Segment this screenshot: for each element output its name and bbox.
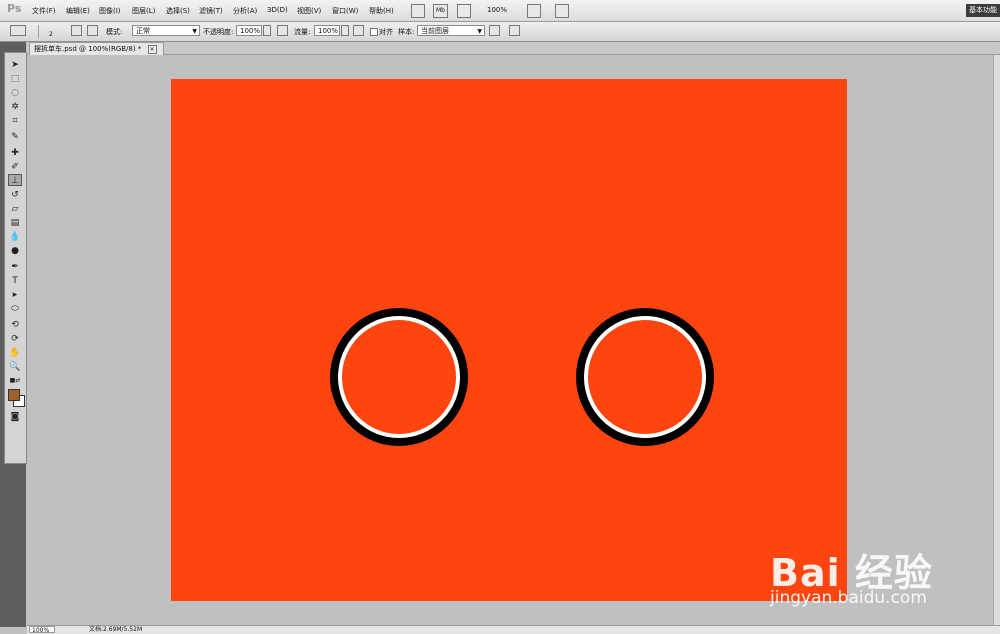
- sample-value: 当前图层: [421, 27, 449, 35]
- foreground-color-swatch[interactable]: [8, 389, 20, 401]
- clone-stamp-preset-icon[interactable]: [10, 25, 26, 36]
- opacity-slider-icon[interactable]: [263, 25, 271, 36]
- menu-bar: Ps 文件(F) 编辑(E) 图像(I) 图层(L) 选择(S) 滤镜(T) 分…: [0, 0, 1000, 22]
- chevron-down-icon: ▼: [192, 28, 197, 35]
- opacity-input[interactable]: 100%: [236, 25, 262, 36]
- move-tool-icon[interactable]: ➤: [8, 59, 22, 71]
- divider: [38, 25, 39, 38]
- menu-select[interactable]: 选择(S): [166, 6, 190, 16]
- align-checkbox[interactable]: [370, 28, 378, 36]
- menu-layer[interactable]: 图层(L): [132, 6, 155, 16]
- status-zoom-input[interactable]: 100%: [29, 626, 55, 634]
- wheel-ring-left-fill: [342, 320, 456, 434]
- brush-panel-icon[interactable]: [71, 25, 82, 36]
- canvas[interactable]: [171, 79, 847, 601]
- document-title: 摆拆单车.psd @ 100%(RGB/8) *: [34, 45, 142, 53]
- menu-view[interactable]: 视图(V): [297, 6, 321, 16]
- flow-slider-icon[interactable]: [341, 25, 349, 36]
- type-tool-icon[interactable]: T: [8, 275, 22, 287]
- menu-filter[interactable]: 滤镜(T): [199, 6, 223, 16]
- menu-3d[interactable]: 3D(D): [267, 6, 288, 14]
- align-label: 对齐: [379, 28, 393, 36]
- arrange-documents-icon[interactable]: [527, 4, 541, 18]
- wheel-ring-right-fill: [588, 320, 702, 434]
- document-tab-bar: 摆拆单车.psd @ 100%(RGB/8) * ×: [27, 42, 1000, 55]
- wheel-ring-right-inner: [584, 316, 706, 438]
- zoom-level[interactable]: 100%: [487, 6, 507, 14]
- airbrush-icon[interactable]: [353, 25, 364, 36]
- document-tab[interactable]: 摆拆单车.psd @ 100%(RGB/8) * ×: [29, 42, 164, 55]
- crop-tool-icon[interactable]: ⌗: [8, 115, 22, 127]
- 3d-rotate-tool-icon[interactable]: ⟲: [8, 319, 22, 331]
- menu-help[interactable]: 帮助(H): [369, 6, 394, 16]
- blur-tool-icon[interactable]: 💧: [8, 231, 22, 243]
- mode-select[interactable]: 正常 ▼: [132, 25, 200, 36]
- wheel-ring-left-inner: [338, 316, 460, 438]
- workspace-switcher[interactable]: 基本功能: [966, 4, 1000, 17]
- dodge-tool-icon[interactable]: ●: [8, 245, 22, 257]
- healing-brush-tool-icon[interactable]: ✚: [8, 147, 22, 159]
- path-selection-tool-icon[interactable]: ▸: [8, 289, 22, 301]
- baidu-url: jingyan.baidu.com: [770, 588, 927, 608]
- sample-label: 样本:: [398, 28, 415, 36]
- gradient-tool-icon[interactable]: ▤: [8, 217, 22, 229]
- vertical-scrollbar[interactable]: [993, 55, 1000, 625]
- mode-label: 模式:: [106, 28, 123, 36]
- app-logo: Ps: [7, 2, 22, 15]
- default-colors-icon[interactable]: ■⇄: [8, 375, 22, 387]
- menu-edit[interactable]: 编辑(E): [66, 6, 90, 16]
- menu-file[interactable]: 文件(F): [32, 6, 56, 16]
- shape-tool-icon[interactable]: ⬭: [8, 303, 22, 315]
- chevron-down-icon: ▼: [477, 28, 482, 35]
- brush-tool-icon[interactable]: ✐: [8, 161, 22, 173]
- wheel-ring-right: [576, 308, 714, 446]
- eyedropper-tool-icon[interactable]: ✎: [8, 131, 22, 143]
- baidu-watermark: Bai 经验 jingyan.baidu.com: [770, 530, 990, 615]
- brush-size[interactable]: 2: [49, 31, 53, 38]
- clone-source-icon[interactable]: [87, 25, 98, 36]
- quick-mask-icon[interactable]: ◙: [8, 411, 22, 423]
- menu-window[interactable]: 窗口(W): [332, 6, 358, 16]
- ignore-adjustment-layers-icon[interactable]: [489, 25, 500, 36]
- close-icon[interactable]: ×: [147, 45, 157, 54]
- mini-bridge-icon[interactable]: Mb: [433, 4, 448, 18]
- menu-analysis[interactable]: 分析(A): [233, 6, 257, 16]
- view-extras-icon[interactable]: [457, 4, 471, 18]
- wheel-ring-left: [330, 308, 468, 446]
- eraser-tool-icon[interactable]: ▱: [8, 203, 22, 215]
- screen-mode-icon[interactable]: [555, 4, 569, 18]
- hand-tool-icon[interactable]: ✋: [8, 347, 22, 359]
- flow-label: 流量:: [294, 28, 311, 36]
- toolbox: ➤ ⬚ ◌ ✲ ⌗ ✎ ✚ ✐ ⊥ ↺ ▱ ▤ 💧 ● ✒ T ▸ ⬭ ⟲ ⟳ …: [0, 42, 27, 627]
- quick-select-tool-icon[interactable]: ✲: [8, 101, 22, 113]
- pen-tool-icon[interactable]: ✒: [8, 261, 22, 273]
- opacity-label: 不透明度:: [203, 28, 234, 36]
- history-brush-tool-icon[interactable]: ↺: [8, 189, 22, 201]
- clone-stamp-tool-icon[interactable]: ⊥: [8, 174, 22, 186]
- menu-image[interactable]: 图像(I): [99, 6, 121, 16]
- mode-value: 正常: [136, 27, 150, 35]
- tablet-pressure-opacity-icon[interactable]: [277, 25, 288, 36]
- flow-input[interactable]: 100%: [314, 25, 340, 36]
- zoom-tool-icon[interactable]: 🔍: [8, 361, 22, 373]
- lasso-tool-icon[interactable]: ◌: [8, 87, 22, 99]
- options-bar: 2 模式: 正常 ▼ 不透明度: 100% 流量: 100% 对齐 样本: 当前…: [0, 22, 1000, 42]
- marquee-tool-icon[interactable]: ⬚: [8, 73, 22, 85]
- 3d-orbit-tool-icon[interactable]: ⟳: [8, 333, 22, 345]
- tools-panel: ➤ ⬚ ◌ ✲ ⌗ ✎ ✚ ✐ ⊥ ↺ ▱ ▤ 💧 ● ✒ T ▸ ⬭ ⟲ ⟳ …: [4, 52, 27, 464]
- launch-bridge-icon[interactable]: [411, 4, 425, 18]
- sample-select[interactable]: 当前图层 ▼: [417, 25, 485, 36]
- tablet-pressure-size-icon[interactable]: [509, 25, 520, 36]
